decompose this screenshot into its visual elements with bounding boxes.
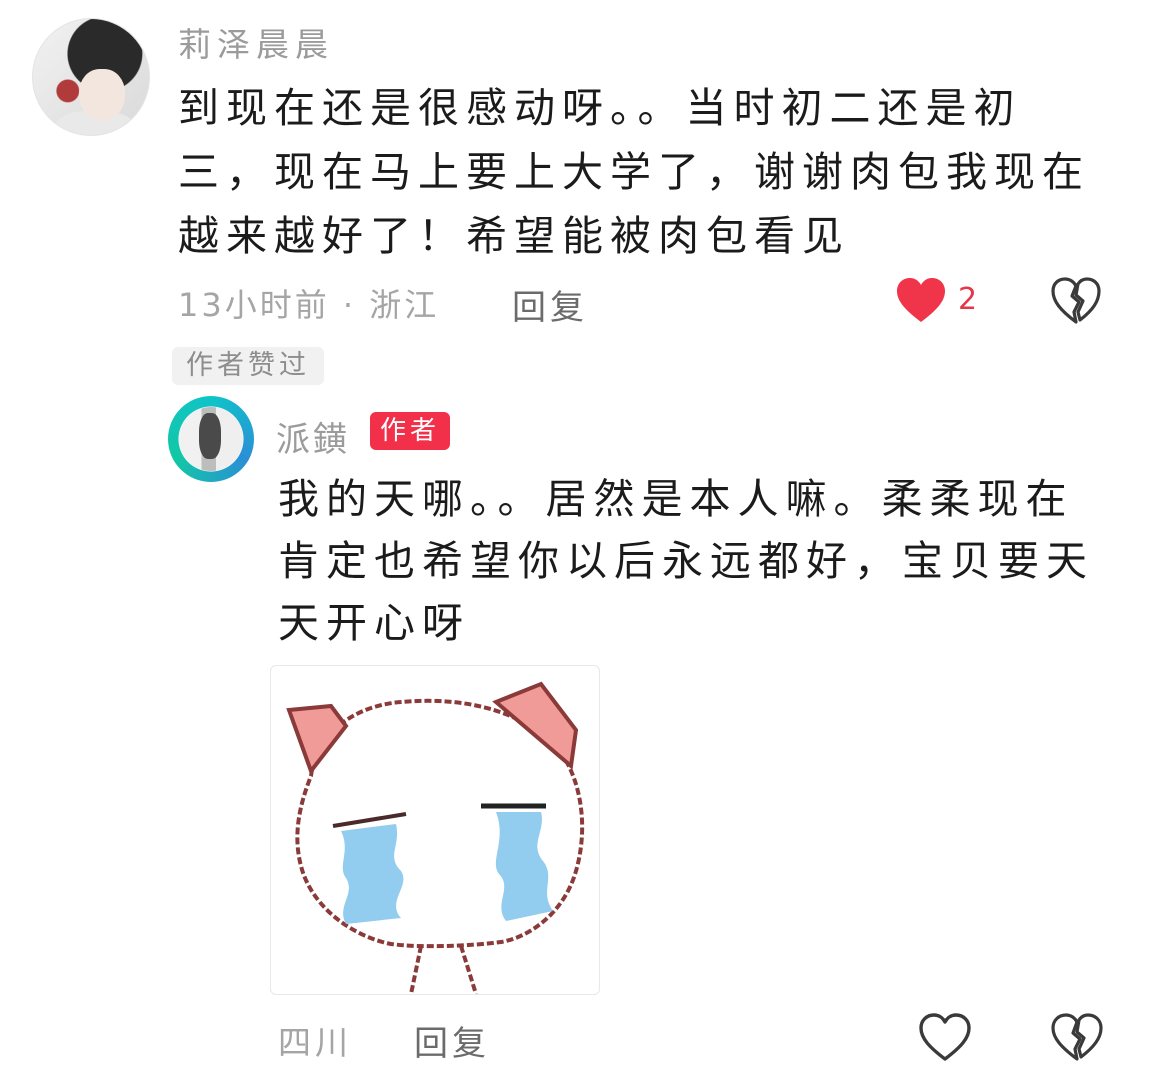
broken-heart-icon <box>1051 277 1101 324</box>
author-badge: 作者 <box>370 412 451 450</box>
avatar-figure <box>199 413 221 459</box>
broken-heart-icon <box>1051 1013 1103 1061</box>
heart-icon <box>897 278 945 322</box>
reply-text: 我的天哪。。居然是本人嘛。柔柔现在 肯定也希望你以后永远都好，宝贝要天 天开心呀 <box>278 475 1094 647</box>
commenter-avatar[interactable] <box>32 18 150 136</box>
comment-text: 到现在还是很感动呀。。当时初二还是初 三，现在马上要上大学了，谢谢肉包我现在 越… <box>178 84 1090 260</box>
comment-dislike-button[interactable] <box>1050 276 1102 326</box>
author-liked-tag: 作者赞过 <box>172 347 324 385</box>
author-username[interactable]: 派鐄 <box>276 412 350 461</box>
avatar-photo <box>179 407 243 471</box>
comment-time-location: 13小时前 · 浙江 <box>178 286 440 324</box>
crying-cat-illustration <box>286 681 585 994</box>
avatar-face <box>79 69 125 121</box>
comment-like-button[interactable] <box>895 276 947 326</box>
comment-like-count: 2 <box>958 282 978 317</box>
heart-icon <box>919 1013 971 1061</box>
reply-location: 四川 <box>278 1023 352 1062</box>
reply-like-button[interactable] <box>918 1012 972 1064</box>
crying-cat-sticker[interactable] <box>270 665 600 995</box>
reply-dislike-button[interactable] <box>1050 1012 1104 1064</box>
commenter-username[interactable]: 莉泽晨晨 <box>178 18 334 66</box>
author-avatar[interactable] <box>168 396 254 482</box>
comment-reply-button[interactable]: 回复 <box>512 280 588 329</box>
reply-reply-button[interactable]: 回复 <box>414 1016 490 1065</box>
